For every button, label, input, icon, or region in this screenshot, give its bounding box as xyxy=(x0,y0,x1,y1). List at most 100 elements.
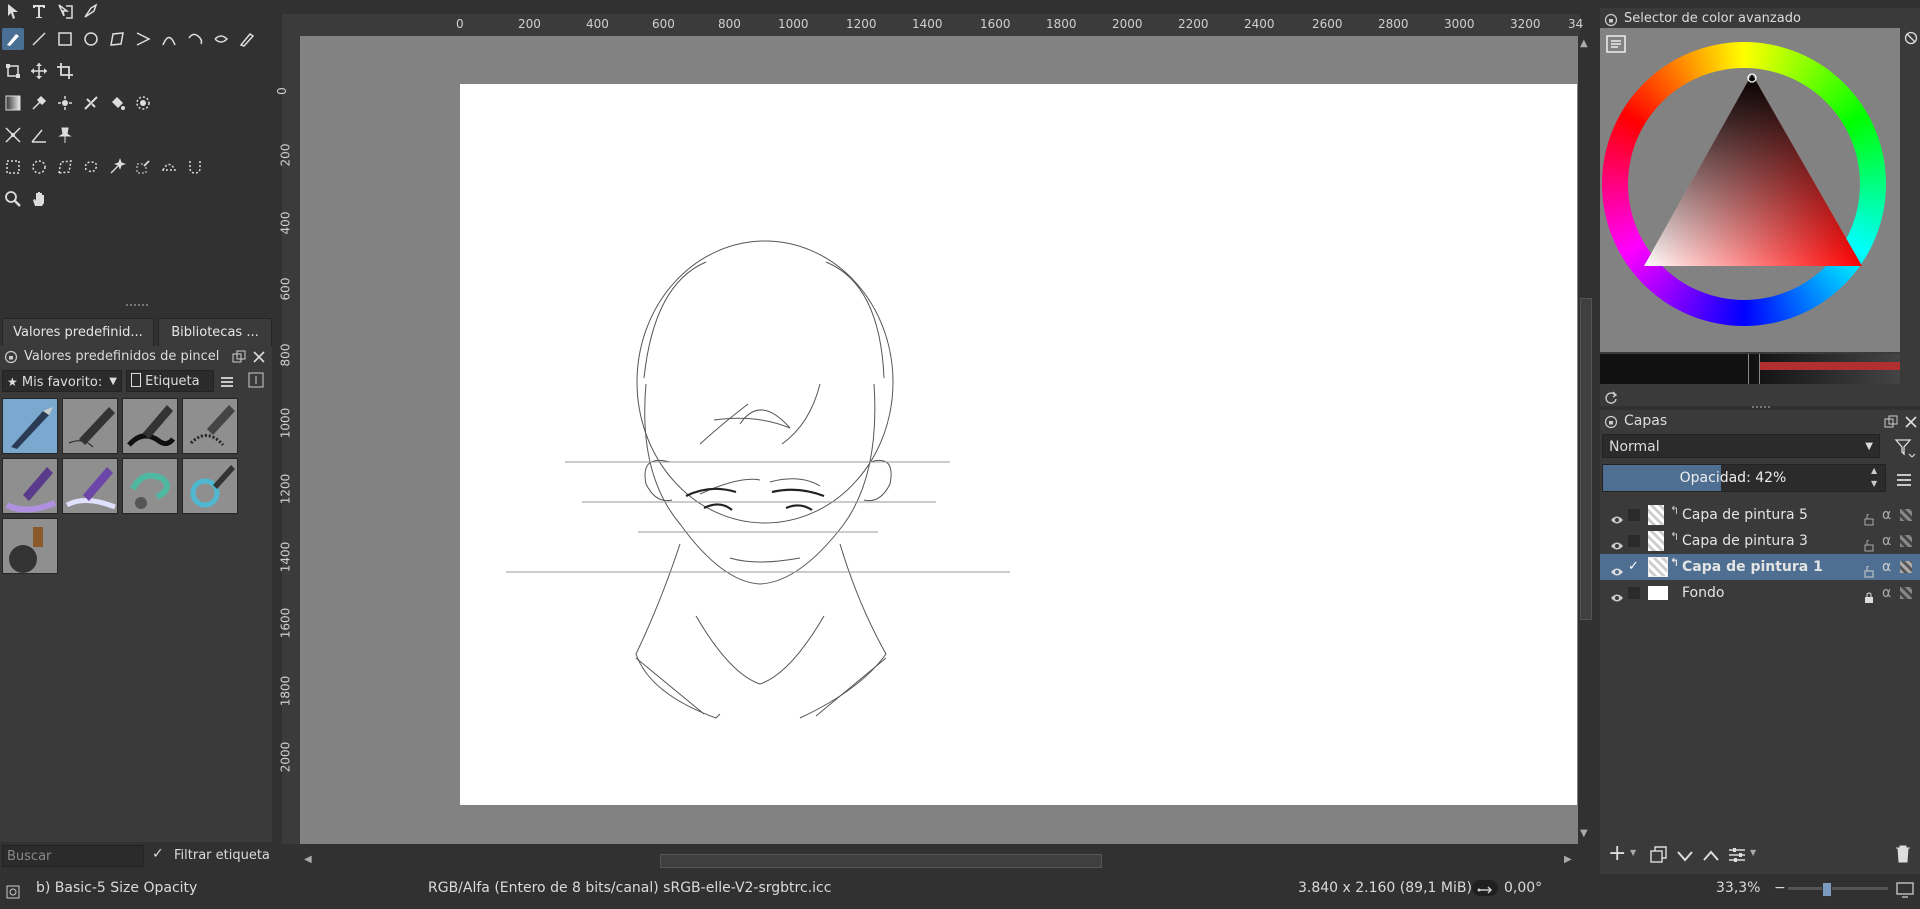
layer-row[interactable]: Fondo α xyxy=(1600,580,1920,606)
crop-tool-icon[interactable] xyxy=(54,60,76,82)
transform-tool-icon[interactable] xyxy=(2,60,24,82)
pan-tool-icon[interactable] xyxy=(28,188,50,210)
checkmark-icon[interactable]: ✓ xyxy=(152,847,166,861)
opacity-slider[interactable]: Opacidad: 42% ▲ ▼ xyxy=(1602,464,1886,492)
eye-icon[interactable] xyxy=(1610,535,1624,550)
canvas-document[interactable] xyxy=(460,84,1577,805)
brush-preset-dry[interactable] xyxy=(182,398,238,454)
horizontal-scrollbar[interactable]: ◀ ▶ xyxy=(300,850,1578,870)
brush-preset-texture[interactable] xyxy=(122,458,178,514)
select-shapes-tool-icon[interactable] xyxy=(2,0,24,22)
contiguous-selection-tool-icon[interactable] xyxy=(106,156,128,178)
rectangle-tool-icon[interactable] xyxy=(54,28,76,50)
duplicate-layer-icon[interactable] xyxy=(1650,846,1668,864)
layer-row-selected[interactable]: ✓ ↰ Capa de pintura 1 α xyxy=(1600,554,1920,580)
polygon-tool-icon[interactable] xyxy=(106,28,128,50)
enclose-fill-tool-icon[interactable] xyxy=(132,92,154,114)
saturation-value-triangle[interactable] xyxy=(1600,28,1900,352)
eye-icon[interactable] xyxy=(1610,509,1624,524)
tab-brush-presets[interactable]: Valores predefinid... xyxy=(2,318,154,347)
rotation-icon[interactable] xyxy=(1472,880,1498,896)
rectangular-selection-tool-icon[interactable] xyxy=(2,156,24,178)
eye-icon[interactable] xyxy=(1610,561,1624,576)
calligraphy-tool-icon[interactable] xyxy=(80,0,102,22)
unlock-icon[interactable] xyxy=(1864,561,1874,578)
zoom-out-icon[interactable]: − xyxy=(1774,874,1786,902)
decrement-icon[interactable]: ▼ xyxy=(1871,479,1877,488)
scroll-down-icon[interactable]: ▼ xyxy=(1580,828,1588,839)
layer-name[interactable]: Capa de pintura 3 xyxy=(1682,528,1808,554)
edit-shapes-tool-icon[interactable] xyxy=(54,0,76,22)
close-panel-icon[interactable] xyxy=(252,350,266,364)
brush-preset-blender[interactable] xyxy=(62,458,118,514)
image-dimensions-label[interactable]: 3.840 x 2.160 (89,1 MiB) xyxy=(1298,874,1472,902)
layer-options-menu-icon[interactable] xyxy=(1896,472,1912,486)
colorize-mask-tool-icon[interactable] xyxy=(80,92,102,114)
zoom-level[interactable]: 33,3% xyxy=(1716,874,1760,902)
layer-name[interactable]: Fondo xyxy=(1682,580,1724,606)
view-mode-icon[interactable] xyxy=(220,374,234,388)
color-picker-tool-icon[interactable] xyxy=(28,92,50,114)
color-selector-area[interactable] xyxy=(1600,28,1900,352)
line-tool-icon[interactable] xyxy=(28,28,50,50)
alpha-lock-icon[interactable]: α xyxy=(1882,502,1891,528)
eye-icon[interactable] xyxy=(1610,587,1624,602)
ellipse-tool-icon[interactable] xyxy=(80,28,102,50)
move-layer-down-icon[interactable] xyxy=(1676,848,1694,862)
fill-tool-icon[interactable] xyxy=(106,92,128,114)
magnetic-selection-tool-icon[interactable] xyxy=(184,156,206,178)
brush-preset-ink[interactable] xyxy=(122,398,178,454)
assistant-tool-icon[interactable] xyxy=(2,124,24,146)
polygonal-selection-tool-icon[interactable] xyxy=(54,156,76,178)
inherit-alpha-icon[interactable] xyxy=(1900,535,1912,547)
no-color-icon[interactable] xyxy=(1904,30,1918,45)
panel-splitter[interactable] xyxy=(1752,406,1770,412)
layer-row[interactable]: ↰ Capa de pintura 3 α xyxy=(1600,528,1920,554)
rotation-value[interactable]: 0,00° xyxy=(1504,874,1542,902)
brush-preview-icon[interactable] xyxy=(6,881,20,899)
layer-checkbox[interactable] xyxy=(1628,509,1640,521)
bezier-selection-tool-icon[interactable] xyxy=(158,156,180,178)
freehand-selection-tool-icon[interactable] xyxy=(80,156,102,178)
smart-patch-tool-icon[interactable] xyxy=(54,92,76,114)
similar-color-selection-tool-icon[interactable] xyxy=(132,156,154,178)
brush-preset-shape[interactable] xyxy=(182,458,238,514)
alpha-lock-icon[interactable]: α xyxy=(1882,528,1891,554)
fullscreen-icon[interactable] xyxy=(1896,880,1914,898)
dynamic-brush-tool-icon[interactable] xyxy=(210,28,232,50)
zoom-tool-icon[interactable] xyxy=(2,188,24,210)
color-space-label[interactable]: RGB/Alfa (Entero de 8 bits/canal) sRGB-e… xyxy=(428,874,831,902)
unlock-icon[interactable] xyxy=(1864,535,1874,552)
move-layer-up-icon[interactable] xyxy=(1702,848,1720,862)
text-tool-icon[interactable] xyxy=(28,0,50,22)
tag-dropdown[interactable]: Etiqueta xyxy=(126,370,214,392)
layer-checkbox[interactable] xyxy=(1628,587,1640,599)
multibrush-tool-icon[interactable] xyxy=(236,28,258,50)
reference-images-tool-icon[interactable] xyxy=(54,124,76,146)
brush-settings-icon[interactable] xyxy=(248,372,264,388)
checkmark-icon[interactable]: ✓ xyxy=(1628,554,1639,580)
search-input[interactable]: Buscar xyxy=(2,845,144,867)
blend-mode-dropdown[interactable]: Normal ▼ xyxy=(1602,434,1880,458)
lock-icon[interactable] xyxy=(4,350,18,364)
float-panel-icon[interactable] xyxy=(1884,414,1898,428)
tab-libraries[interactable]: Bibliotecas ... xyxy=(158,318,272,347)
freehand-brush-tool-icon[interactable] xyxy=(2,28,24,50)
alpha-lock-icon[interactable]: α xyxy=(1882,580,1891,606)
lock-icon[interactable] xyxy=(1604,12,1618,27)
chevron-down-icon[interactable]: ▼ xyxy=(1750,848,1756,857)
bezier-tool-icon[interactable] xyxy=(158,28,180,50)
brush-preset-stamp[interactable] xyxy=(2,518,58,574)
inherit-alpha-icon[interactable] xyxy=(1900,587,1912,599)
color-history-bar[interactable] xyxy=(1600,354,1900,384)
brush-preset-basic[interactable] xyxy=(2,398,58,454)
polyline-tool-icon[interactable] xyxy=(132,28,154,50)
inherit-alpha-icon[interactable] xyxy=(1900,509,1912,521)
zoom-slider[interactable] xyxy=(1788,882,1888,897)
refresh-icon[interactable] xyxy=(1604,390,1618,404)
layer-name[interactable]: Capa de pintura 5 xyxy=(1682,502,1808,528)
brush-preset-pencil[interactable] xyxy=(62,398,118,454)
layer-checkbox[interactable] xyxy=(1628,535,1640,547)
add-layer-icon[interactable]: + xyxy=(1608,842,1626,866)
float-panel-icon[interactable] xyxy=(232,350,246,364)
